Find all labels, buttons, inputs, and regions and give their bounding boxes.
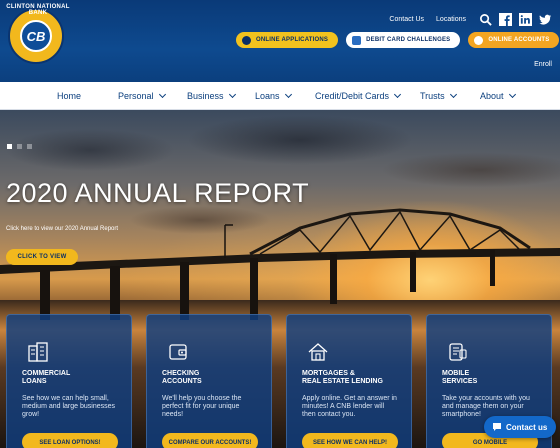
card-title-text: CHECKING ACCOUNTS	[162, 370, 202, 385]
nav-item-home[interactable]: Home	[57, 91, 81, 101]
lock-icon	[474, 35, 484, 45]
card-title: CHECKING ACCOUNTS	[162, 370, 262, 386]
search-icon[interactable]	[478, 12, 492, 26]
card-description: See how we can help small, medium and la…	[22, 395, 115, 418]
debit-card-challenges-button[interactable]: DEBIT CARD CHALLENGES	[346, 32, 461, 48]
nav-item-label: Loans	[255, 91, 280, 101]
chevron-down-icon	[508, 90, 516, 99]
card-commercial-loans: COMMERCIAL LOANS See how we can help sma…	[6, 314, 132, 448]
nav-item-about[interactable]: About	[480, 90, 516, 101]
slider-dots	[7, 144, 32, 149]
phone-icon	[449, 343, 467, 361]
nav-item-cards[interactable]: Credit/Debit Cards	[315, 90, 402, 101]
logo-text: CLINTON NATIONAL BANK	[6, 4, 70, 16]
card-title: MORTGAGES & REAL ESTATE LENDING	[302, 370, 402, 386]
bank-logo[interactable]: CLINTON NATIONAL BANK CB	[6, 4, 69, 64]
site-header: CLINTON NATIONAL BANK CB Contact Us Loca…	[0, 0, 560, 82]
nav-item-label: Home	[57, 91, 82, 101]
quick-actions: ONLINE APPLICATIONS DEBIT CARD CHALLENGE…	[236, 32, 560, 48]
slider-dot[interactable]	[17, 144, 22, 149]
chevron-down-icon	[393, 90, 402, 99]
chevron-down-icon	[158, 90, 166, 99]
nav-item-loans[interactable]: Loans	[255, 90, 292, 101]
chevron-down-icon	[449, 90, 457, 99]
card-checking-accounts: CHECKING ACCOUNTS We'll help you choose …	[146, 314, 272, 448]
top-links: Contact Us Locations	[389, 12, 552, 26]
see-loan-options-button[interactable]: SEE LOAN OPTIONS!	[22, 433, 118, 448]
compare-accounts-button[interactable]: COMPARE OUR ACCOUNTS!	[162, 433, 258, 448]
card-icon	[352, 35, 362, 45]
nav-item-label: Business	[187, 91, 224, 101]
contact-us-widget[interactable]: Contact us	[484, 416, 556, 438]
locations-link[interactable]: Locations	[436, 16, 466, 23]
hero-subtitle-link[interactable]: Click here to view our 2020 Annual Repor…	[6, 226, 118, 232]
card-title-text: MOBILE SERVICES	[442, 370, 478, 385]
card-mortgages: MORTGAGES & REAL ESTATE LENDING Apply on…	[286, 314, 412, 448]
contact-widget-label: Contact us	[506, 422, 548, 432]
nav-item-trusts[interactable]: Trusts	[420, 90, 457, 101]
nav-item-label: Trusts	[420, 91, 445, 101]
facebook-icon[interactable]	[498, 12, 512, 26]
main-nav: Home Personal Business Loans Credit/Debi…	[0, 82, 560, 110]
hero-banner: 2020 ANNUAL REPORT Click here to view ou…	[0, 110, 560, 448]
card-description: Apply online. Get an answer in minutes! …	[302, 395, 397, 418]
nav-item-business[interactable]: Business	[187, 90, 236, 101]
nav-item-personal[interactable]: Personal	[118, 90, 166, 101]
nav-item-label: Personal	[118, 91, 154, 101]
see-how-we-can-help-button[interactable]: SEE HOW WE CAN HELP!	[302, 433, 398, 448]
nav-item-label: Credit/Debit Cards	[315, 91, 390, 101]
card-title-text: MORTGAGES & REAL ESTATE LENDING	[302, 370, 383, 385]
online-applications-button[interactable]: ONLINE APPLICATIONS	[236, 32, 339, 48]
enroll-link[interactable]: Enroll	[534, 61, 552, 68]
online-applications-label: ONLINE APPLICATIONS	[256, 37, 329, 43]
online-accounts-button[interactable]: ONLINE ACCOUNTS	[468, 32, 560, 48]
debit-card-challenges-label: DEBIT CARD CHALLENGES	[366, 37, 451, 43]
chat-icon	[493, 423, 501, 431]
logo-monogram: CB	[20, 20, 52, 52]
hero-title: 2020 ANNUAL REPORT	[6, 178, 310, 208]
card-title: MOBILE SERVICES	[442, 370, 542, 386]
nav-item-label: About	[480, 91, 504, 101]
twitter-icon[interactable]	[538, 12, 552, 26]
card-title-text: COMMERCIAL LOANS	[22, 370, 71, 385]
contact-us-link[interactable]: Contact Us	[389, 16, 424, 23]
linkedin-icon[interactable]	[518, 12, 532, 26]
card-description: We'll help you choose the perfect fit fo…	[162, 395, 242, 418]
wallet-icon	[169, 344, 187, 360]
slider-dot[interactable]	[7, 144, 12, 149]
click-to-view-button[interactable]: CLICK TO VIEW	[6, 249, 78, 265]
chevron-down-icon	[228, 90, 236, 99]
online-accounts-label: ONLINE ACCOUNTS	[488, 37, 550, 43]
card-title: COMMERCIAL LOANS	[22, 370, 122, 386]
slider-dot[interactable]	[27, 144, 32, 149]
lock-icon	[242, 35, 251, 45]
chevron-down-icon	[284, 90, 292, 99]
building-icon	[28, 342, 48, 362]
house-icon	[308, 343, 328, 361]
